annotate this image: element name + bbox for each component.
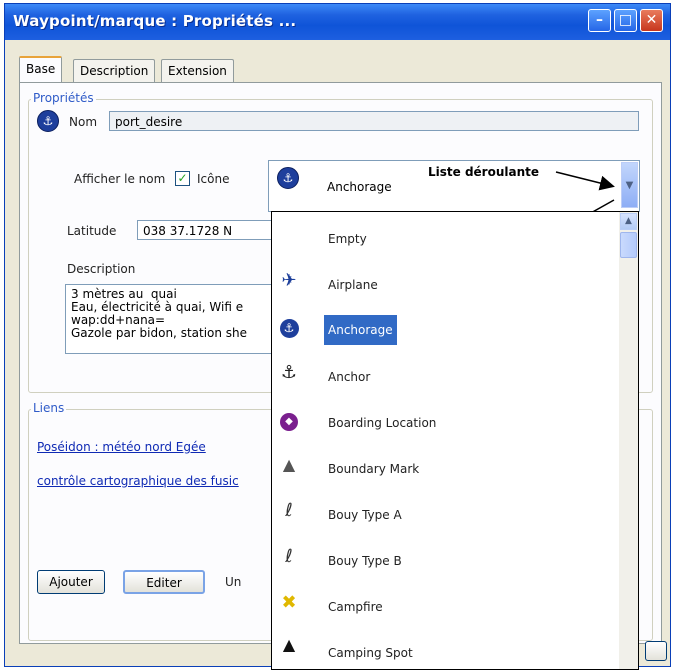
annotation-label: Liste déroulante [428, 165, 540, 179]
trailing-label: Un [225, 575, 242, 589]
close-button[interactable]: ✕ [640, 9, 663, 32]
list-item-empty[interactable]: Empty [272, 216, 617, 262]
nom-field[interactable]: port_desire [109, 111, 639, 131]
campfire-icon: ✖ [281, 592, 297, 613]
tab-extension[interactable]: Extension [161, 59, 234, 82]
dropdown-scrollbar[interactable]: ▲ [619, 212, 638, 669]
list-item-boundary-mark[interactable]: ▲ Boundary Mark [272, 446, 617, 492]
list-item-airplane[interactable]: ✈ Airplane [272, 262, 617, 308]
link-poseidon[interactable]: Poséidon : météo nord Egée [37, 440, 206, 454]
editer-button[interactable]: Editer [123, 570, 205, 594]
ajouter-button[interactable]: Ajouter [37, 570, 105, 594]
list-item-label: Campfire [328, 600, 383, 614]
list-item-bouy-type-a[interactable]: ℓ Bouy Type A [272, 492, 617, 538]
maximize-button[interactable]: □ [614, 9, 637, 32]
anchorage-icon: ⚓ [278, 316, 300, 338]
maximize-icon: □ [618, 12, 633, 28]
latitude-label: Latitude [67, 224, 117, 238]
afficher-nom-checkbox[interactable]: ✓ [175, 171, 190, 186]
minimize-icon: – [596, 12, 603, 28]
minimize-button[interactable]: – [588, 9, 611, 32]
list-item-label: Boundary Mark [328, 462, 420, 476]
list-item-camping-spot[interactable]: ▲ Camping Spot [272, 630, 617, 669]
description-label: Description [67, 262, 136, 276]
list-item-boarding-location[interactable]: ◆ Boarding Location [272, 400, 617, 446]
list-item-label-selected: Anchorage [324, 315, 397, 345]
list-item-label: Airplane [328, 278, 378, 292]
list-item-anchorage[interactable]: ⚓ Anchorage [272, 308, 617, 354]
chevron-up-icon: ▲ [625, 216, 632, 226]
list-item-label: Camping Spot [328, 646, 413, 660]
boundary-mark-icon: ▲ [282, 455, 296, 474]
afficher-nom-label: Afficher le nom [74, 172, 166, 186]
combo-selected-label: Anchorage [327, 180, 392, 194]
bouy-type-a-icon: ℓ [285, 500, 293, 521]
list-item-campfire[interactable]: ✖ Campfire [272, 584, 617, 630]
airplane-icon: ✈ [281, 270, 297, 291]
proprietes-legend: Propriétés [31, 91, 96, 105]
partial-dialog-button[interactable] [645, 641, 667, 661]
icon-dropdown-list[interactable]: Empty ✈ Airplane ⚓ Anchorage ⚓ Anchor ◆ … [271, 211, 639, 670]
boarding-location-icon: ◆ [278, 408, 300, 431]
anchorage-icon: ⚓ [37, 110, 59, 132]
combo-dropdown-button[interactable]: ▼ [621, 162, 638, 208]
list-item-anchor[interactable]: ⚓ Anchor [272, 354, 617, 400]
scroll-up-button[interactable]: ▲ [620, 213, 637, 230]
bouy-type-b-icon: ℓ [285, 546, 293, 567]
list-item-label: Anchor [328, 370, 371, 384]
tab-description[interactable]: Description [73, 59, 156, 82]
tab-base[interactable]: Base [19, 56, 63, 84]
description-textarea[interactable]: 3 mètres au quai Eau, électricité à quai… [65, 284, 275, 354]
chevron-down-icon: ▼ [625, 180, 634, 191]
nom-label: Nom [69, 115, 98, 129]
scroll-thumb[interactable] [620, 232, 637, 258]
list-item-label: Bouy Type A [328, 508, 402, 522]
icone-label: Icône [197, 172, 230, 186]
camping-spot-icon: ▲ [282, 635, 296, 654]
liens-legend: Liens [31, 401, 67, 415]
link-controle-cartographique[interactable]: contrôle cartographique des fusic [37, 474, 239, 488]
checkmark-icon: ✓ [177, 171, 188, 185]
anchorage-icon: ⚓ [277, 167, 299, 189]
list-item-label: Bouy Type B [328, 554, 402, 568]
latitude-field[interactable]: 038 37.1728 N [137, 220, 277, 240]
list-item-label: Boarding Location [328, 416, 437, 430]
list-item-bouy-type-b[interactable]: ℓ Bouy Type B [272, 538, 617, 584]
list-item-label: Empty [328, 232, 367, 246]
close-icon: ✕ [645, 12, 658, 28]
anchor-icon: ⚓ [280, 362, 298, 383]
title-bar[interactable]: Waypoint/marque : Propriétés ... – □ ✕ [5, 4, 670, 40]
window-title: Waypoint/marque : Propriétés ... [13, 12, 297, 30]
